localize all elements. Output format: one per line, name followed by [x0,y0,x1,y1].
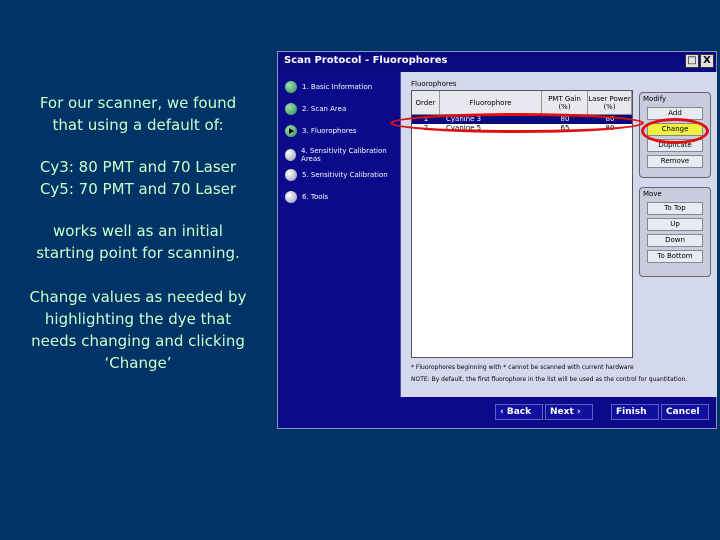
caption-line: needs changing and clicking [31,332,245,350]
up-button[interactable]: Up [647,218,703,231]
remove-button[interactable]: Remove [647,155,703,168]
step-pending-icon [285,169,297,181]
move-label: Move [643,190,662,198]
step-current-icon [285,125,297,137]
note-unsupported: * Fluorophores beginning with * cannot b… [411,364,634,371]
step-tools[interactable]: 6. Tools [285,191,328,203]
col-pmt-gain[interactable]: PMT Gain (%) [542,91,588,114]
note-default: NOTE: By default, the first fluorophore … [411,376,688,383]
step-scan-area[interactable]: 2. Scan Area [285,103,346,115]
back-button[interactable]: ‹ Back [495,404,543,420]
highlight-ellipse-change [641,118,709,144]
caption-defaults: Cy3: 80 PMT and 70 Laser Cy5: 70 PMT and… [0,156,276,200]
caption-line: Change values as needed by [29,288,247,306]
group-label: Fluorophores [411,80,457,88]
step-sensitivity-calibration[interactable]: 5. Sensitivity Calibration [285,169,388,181]
caption-line: works well as an initial [53,222,223,240]
to-bottom-button[interactable]: To Bottom [647,250,703,263]
step-basic-information[interactable]: 1. Basic Information [285,81,372,93]
to-top-button[interactable]: To Top [647,202,703,215]
wizard-nav: ‹ Back Next › Finish Cancel [278,404,718,424]
caption-line: For our scanner, we found [39,94,237,112]
caption-cy3: Cy3: 80 PMT and 70 Laser [39,158,237,176]
highlight-ellipse-row [390,113,644,133]
caption-change: Change values as needed by highlighting … [0,286,276,374]
next-button[interactable]: Next › [545,404,593,420]
step-label: 1. Basic Information [302,83,373,91]
step-pending-icon [285,149,297,161]
step-label: 6. Tools [302,193,329,201]
step-sensitivity-calibration-areas[interactable]: 4. Sensitivity Calibration Areas [285,147,400,163]
caption-works: works well as an initial starting point … [0,220,276,264]
step-done-icon [285,81,297,93]
col-laser-power[interactable]: Laser Power (%) [588,91,632,114]
col-fluorophore[interactable]: Fluorophore [440,91,542,114]
close-button[interactable]: X [700,54,714,68]
down-button[interactable]: Down [647,234,703,247]
step-label: 3. Fluorophores [302,127,357,135]
title-bar: Scan Protocol - Fluorophores □ X [278,52,716,72]
caption-line: ‘Change’ [104,354,172,372]
step-fluorophores[interactable]: 3. Fluorophores [285,125,356,137]
step-pending-icon [285,191,297,203]
maximize-button[interactable]: □ [685,54,699,68]
caption-line: highlighting the dye that [44,310,232,328]
caption-intro: For our scanner, we found that using a d… [0,92,276,136]
modify-label: Modify [643,95,667,103]
step-done-icon [285,103,297,115]
list-header: Order Fluorophore PMT Gain (%) Laser Pow… [412,91,632,115]
caption-line: starting point for scanning. [36,244,240,262]
step-label: 4. Sensitivity Calibration Areas [301,147,387,163]
finish-button[interactable]: Finish [611,404,659,420]
wizard-steps: 1. Basic Information 2. Scan Area 3. Flu… [278,72,401,397]
scan-protocol-dialog: Scan Protocol - Fluorophores □ X 1. Basi… [277,51,717,429]
cancel-button[interactable]: Cancel [661,404,709,420]
caption-line: that using a default of: [52,116,224,134]
col-order[interactable]: Order [412,91,440,114]
step-label: 5. Sensitivity Calibration [302,171,388,179]
step-label: 2. Scan Area [302,105,347,113]
dialog-title: Scan Protocol - Fluorophores [284,55,448,66]
move-group: Move To Top Up Down To Bottom [639,187,711,277]
caption-cy5: Cy5: 70 PMT and 70 Laser [39,180,237,198]
